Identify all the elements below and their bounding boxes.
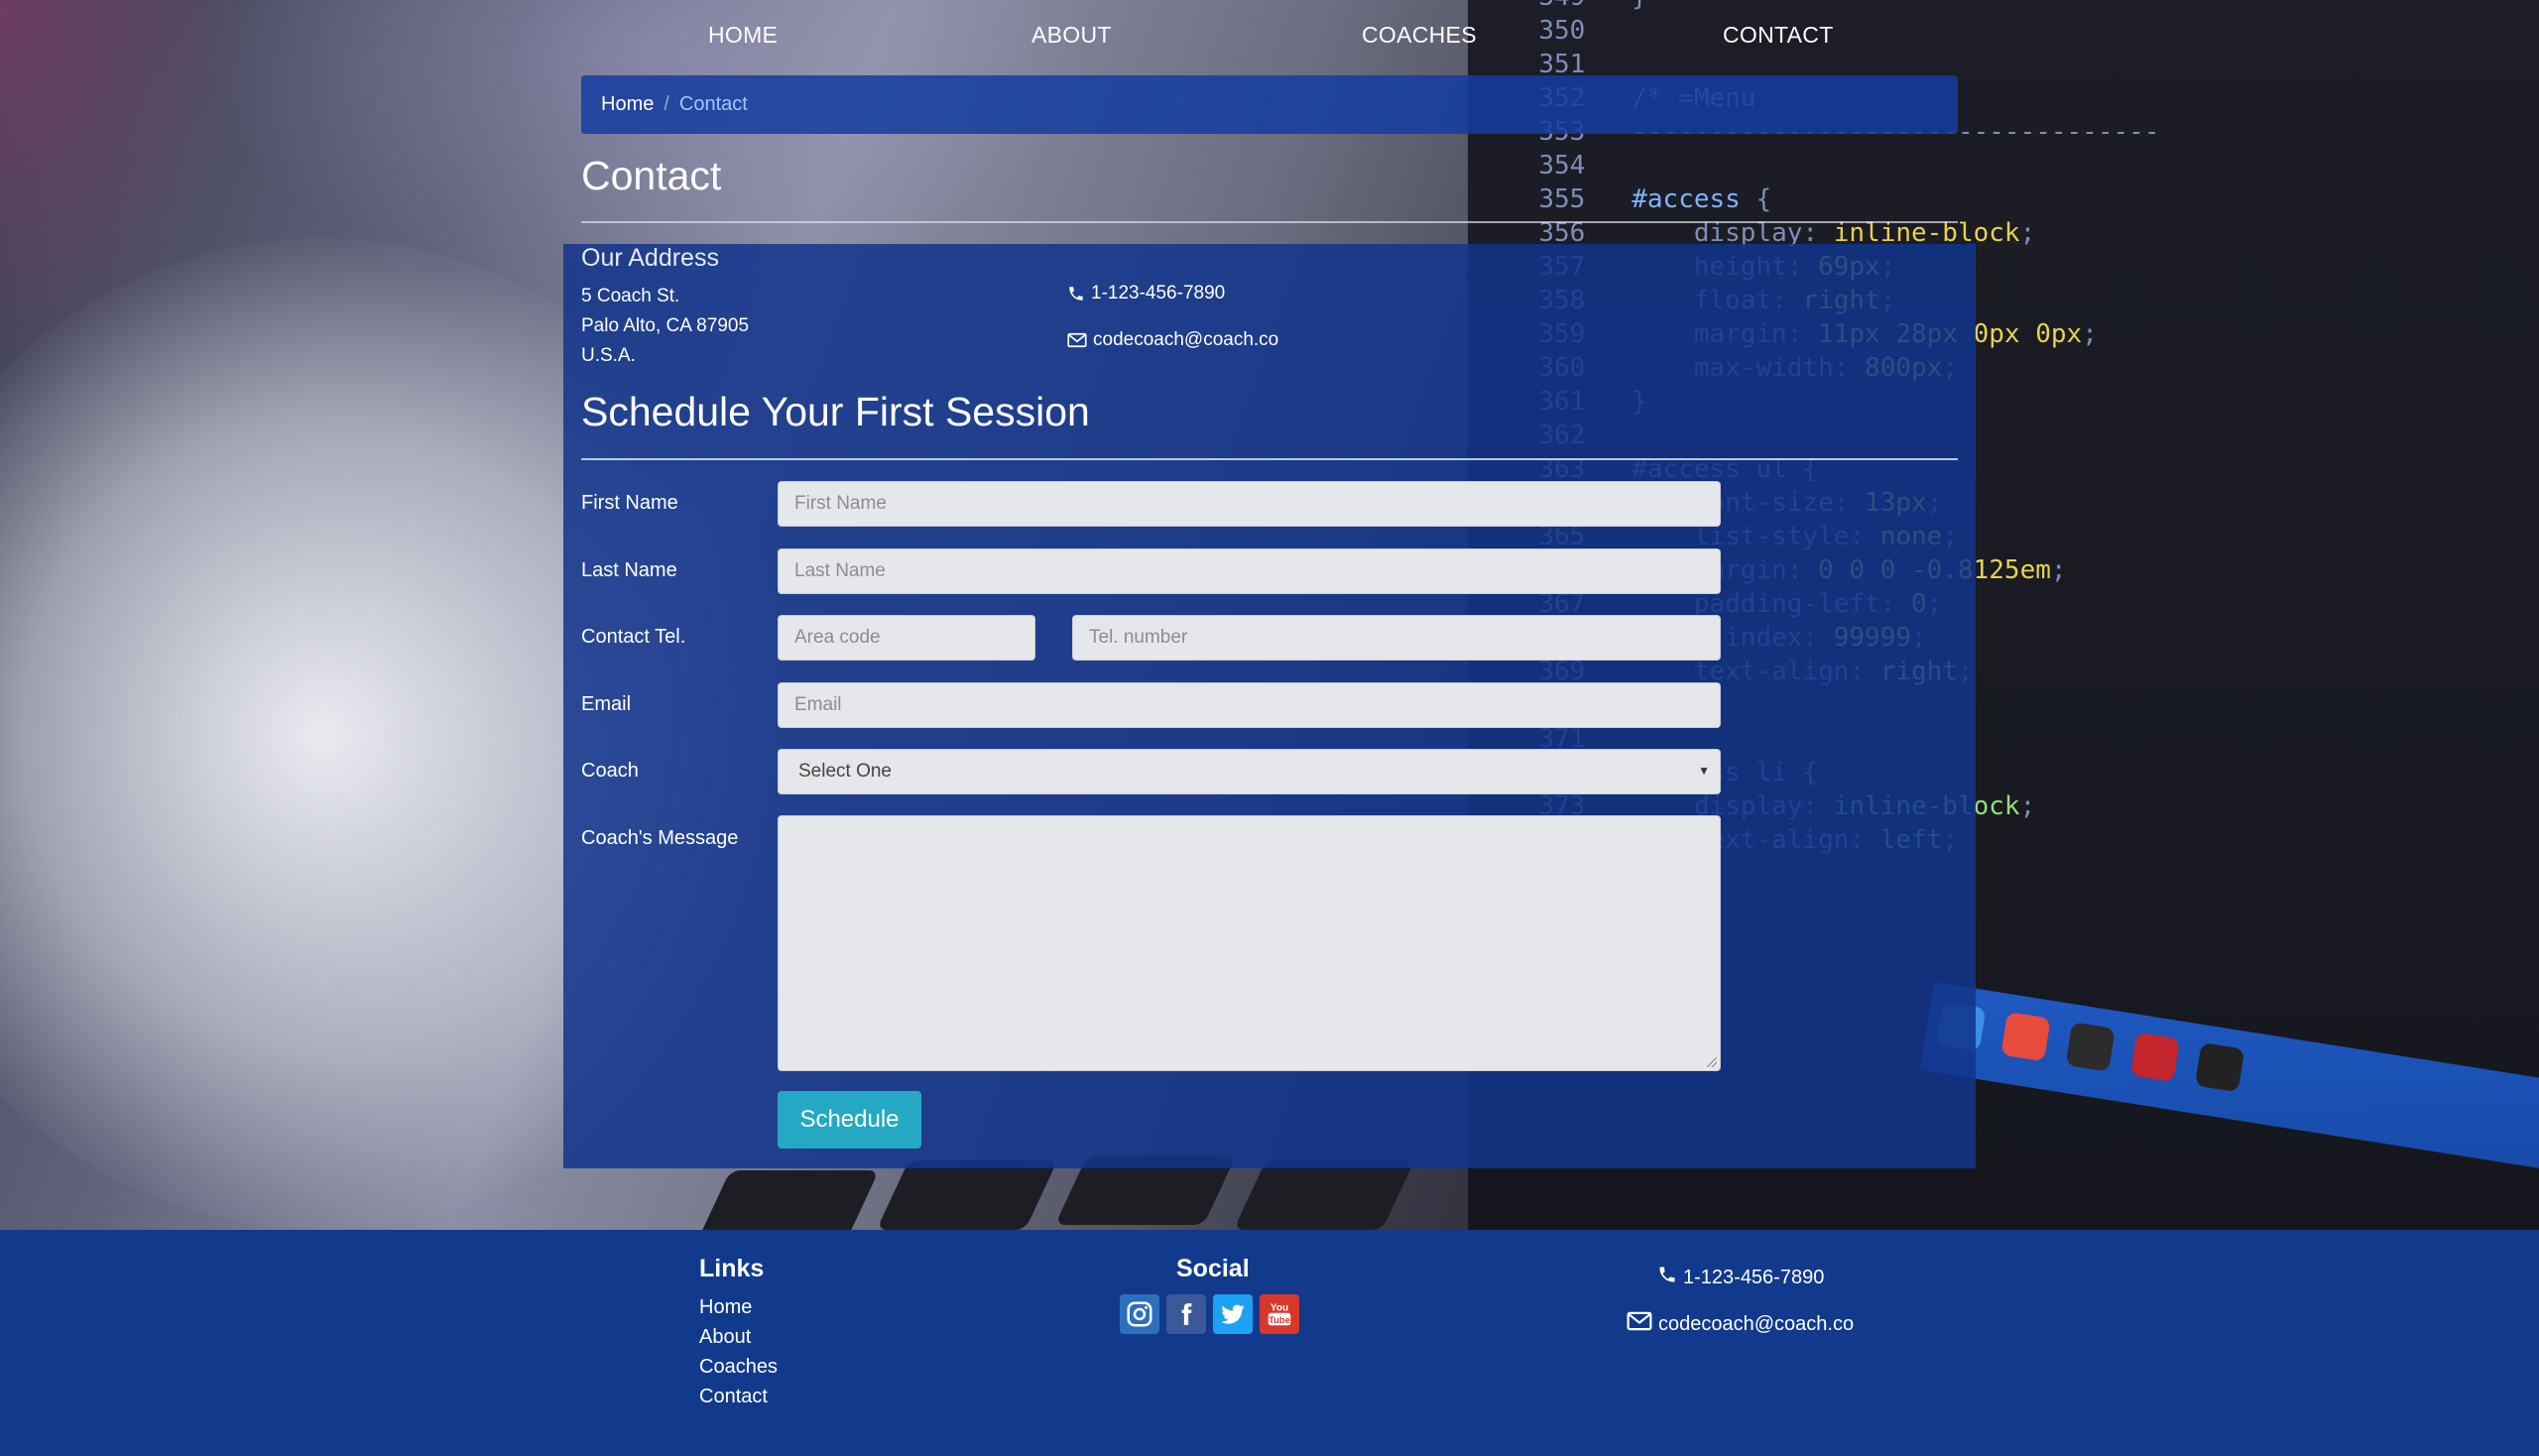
footer-social-title: Social	[1176, 1255, 1250, 1282]
coach-select-value: Select One	[798, 761, 892, 782]
footer-link-coaches[interactable]: Coaches	[699, 1356, 778, 1379]
footer	[0, 1230, 2539, 1456]
coach-label: Coach	[581, 760, 639, 782]
address-title: Our Address	[581, 244, 719, 272]
coach-message-label: Coach's Message	[581, 827, 739, 849]
address-phone: 1-123-456-7890	[1067, 283, 1225, 304]
instagram-icon[interactable]	[1120, 1294, 1159, 1334]
address-phone-text: 1-123-456-7890	[1091, 283, 1226, 303]
tel-number-input[interactable]	[1072, 615, 1721, 661]
coach-select[interactable]: Select One ▼	[778, 749, 1721, 794]
address-email-link[interactable]: codecoach@coach.co	[1093, 329, 1278, 351]
phone-icon	[1067, 285, 1085, 303]
resize-handle-icon[interactable]	[1707, 1057, 1717, 1067]
title-divider	[581, 221, 1958, 223]
email-input[interactable]	[778, 682, 1721, 728]
breadcrumb: Home / Contact	[581, 75, 1958, 134]
form-title: Schedule Your First Session	[581, 389, 1090, 434]
envelope-icon	[1627, 1311, 1652, 1337]
svg-text:You: You	[1270, 1302, 1288, 1313]
footer-phone: 1-123-456-7890	[1657, 1265, 1824, 1290]
phone-icon	[1657, 1265, 1677, 1290]
footer-link-home[interactable]: Home	[699, 1296, 752, 1319]
email-label: Email	[581, 693, 632, 715]
footer-email-link[interactable]: codecoach@coach.co	[1658, 1313, 1854, 1336]
twitter-icon[interactable]	[1213, 1294, 1253, 1334]
footer-phone-text: 1-123-456-7890	[1683, 1266, 1825, 1288]
nav-coaches[interactable]: COACHES	[1362, 22, 1477, 49]
breadcrumb-separator: /	[664, 93, 669, 115]
footer-link-contact[interactable]: Contact	[699, 1386, 768, 1408]
contact-tel-label: Contact Tel.	[581, 626, 686, 648]
address-line-country: U.S.A.	[581, 345, 636, 366]
nav-about[interactable]: ABOUT	[1031, 22, 1112, 49]
address-email: codecoach@coach.co	[1067, 329, 1278, 351]
last-name-input[interactable]	[778, 548, 1721, 594]
top-nav: HOME ABOUT COACHES CONTACT	[581, 0, 1958, 75]
breadcrumb-home[interactable]: Home	[601, 93, 654, 116]
envelope-icon	[1067, 332, 1087, 348]
breadcrumb-current: Contact	[678, 93, 748, 115]
first-name-label: First Name	[581, 492, 678, 514]
svg-text:Tube: Tube	[1269, 1315, 1290, 1325]
footer-link-about[interactable]: About	[699, 1326, 751, 1349]
page-title: Contact	[581, 153, 722, 198]
youtube-icon[interactable]: You Tube	[1260, 1294, 1299, 1334]
nav-contact[interactable]: CONTACT	[1723, 22, 1834, 49]
address-line-city: Palo Alto, CA 87905	[581, 315, 750, 336]
footer-links-title: Links	[699, 1255, 765, 1282]
form-divider	[581, 458, 1958, 460]
schedule-button[interactable]: Schedule	[778, 1091, 921, 1149]
area-code-input[interactable]	[778, 615, 1035, 661]
nav-home[interactable]: HOME	[708, 22, 778, 49]
coach-message-textarea[interactable]	[778, 815, 1721, 1071]
last-name-label: Last Name	[581, 559, 677, 581]
first-name-input[interactable]	[778, 481, 1721, 527]
address-line-street: 5 Coach St.	[581, 286, 680, 306]
facebook-icon[interactable]	[1166, 1294, 1206, 1334]
footer-email: codecoach@coach.co	[1627, 1311, 1854, 1337]
caret-down-icon: ▼	[1698, 764, 1710, 778]
